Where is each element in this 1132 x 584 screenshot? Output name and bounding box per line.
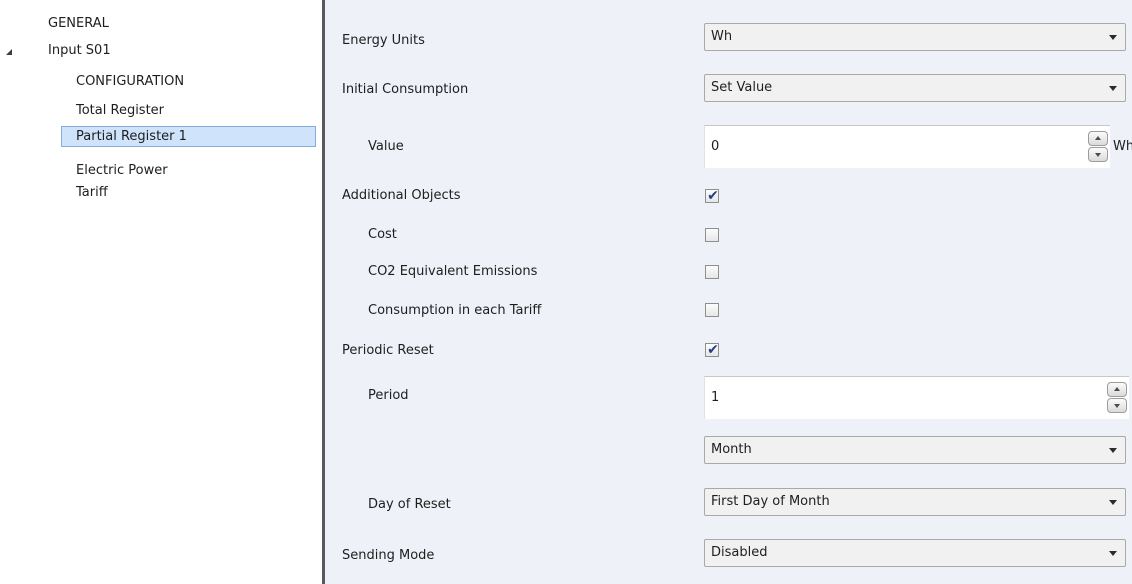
co2-emissions-label: CO2 Equivalent Emissions [368,264,538,279]
navigation-tree: GENERAL Input S01 CONFIGURATION Total Re… [0,0,322,584]
period-unit-dropdown[interactable]: Month [704,436,1126,464]
initial-consumption-label: Initial Consumption [342,82,469,97]
increment-button[interactable] [1088,131,1108,146]
chevron-down-icon [1109,35,1117,40]
consumption-tariff-label: Consumption in each Tariff [368,303,542,318]
tree-item-configuration[interactable]: CONFIGURATION [76,71,184,92]
value-label: Value [368,139,404,154]
tree-item-general[interactable]: GENERAL [48,13,109,34]
sending-mode-dropdown[interactable]: Disabled [704,539,1126,567]
tree-item-tariff[interactable]: Tariff [76,182,108,203]
checkmark-icon: ✔ [707,342,719,358]
chevron-down-icon [1109,551,1117,556]
additional-objects-checkbox[interactable]: ✔ [705,188,719,204]
initial-consumption-dropdown[interactable]: Set Value [704,74,1126,102]
arrow-up-icon [1114,387,1120,391]
chevron-down-icon [1109,500,1117,505]
day-of-reset-dropdown[interactable]: First Day of Month [704,488,1126,516]
energy-units-label: Energy Units [342,33,425,48]
checkmark-icon: ✔ [707,188,719,204]
expand-arrow-icon[interactable] [6,49,12,55]
arrow-up-icon [1095,136,1101,140]
energy-units-dropdown[interactable]: Wh [704,23,1126,51]
arrow-down-icon [1114,404,1120,408]
tree-item-input-s01[interactable]: Input S01 [48,40,111,61]
decrement-button[interactable] [1088,147,1108,162]
tree-item-total-register[interactable]: Total Register [76,100,164,121]
period-spinner-buttons [1107,382,1127,414]
sending-mode-label: Sending Mode [342,548,435,563]
additional-objects-label: Additional Objects [342,188,461,203]
tree-item-electric-power[interactable]: Electric Power [76,160,168,181]
chevron-down-icon [1109,448,1117,453]
cost-label: Cost [368,227,397,242]
sending-mode-value: Disabled [711,545,768,560]
tree-item-partial-register-1[interactable]: Partial Register 1 [61,126,316,147]
chevron-down-icon [1109,86,1117,91]
periodic-reset-checkbox[interactable]: ✔ [705,342,719,358]
value-unit-label: Wh [1113,139,1132,154]
decrement-button[interactable] [1107,398,1127,413]
day-of-reset-label: Day of Reset [368,497,451,512]
energy-units-value: Wh [711,29,733,44]
properties-panel: Energy Units Wh Initial Consumption Set … [325,0,1132,584]
value-input[interactable]: 0 [711,126,719,168]
arrow-down-icon [1095,153,1101,157]
increment-button[interactable] [1107,382,1127,397]
period-spinbox[interactable]: 1 [704,376,1129,419]
periodic-reset-label: Periodic Reset [342,343,434,358]
value-spinbox[interactable]: 0 [704,125,1110,168]
initial-consumption-value: Set Value [711,80,773,95]
period-input[interactable]: 1 [711,377,719,419]
period-unit-value: Month [711,442,752,457]
value-spinner-buttons [1088,131,1108,163]
day-of-reset-value: First Day of Month [711,494,830,509]
period-label: Period [368,388,409,403]
co2-emissions-checkbox[interactable] [705,265,719,279]
consumption-tariff-checkbox[interactable] [705,303,719,317]
cost-checkbox[interactable] [705,228,719,242]
